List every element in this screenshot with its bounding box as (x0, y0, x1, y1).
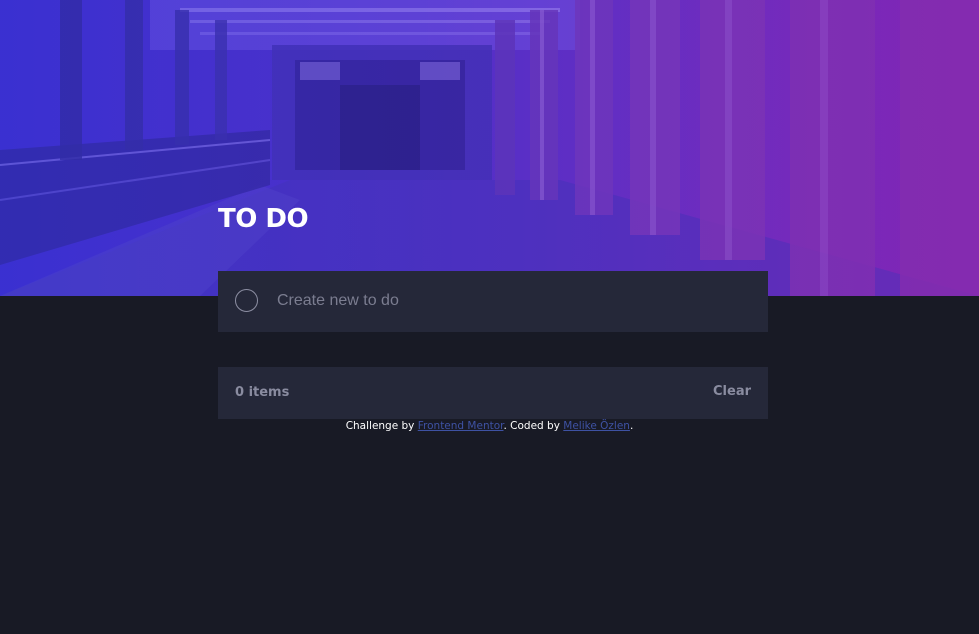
hero-background-image (0, 0, 979, 296)
page-title: TO DO (218, 204, 309, 234)
complete-toggle-circle-icon[interactable] (235, 289, 258, 312)
frontend-mentor-link[interactable]: Frontend Mentor (418, 420, 504, 432)
attribution-prefix: Challenge by (345, 420, 418, 432)
new-todo-input[interactable] (277, 289, 747, 313)
items-left-count: 0 items (235, 385, 290, 400)
new-todo-card (218, 271, 768, 332)
todo-footer-bar: 0 items Clear (218, 367, 768, 419)
clear-completed-button[interactable]: Clear (713, 383, 751, 401)
attribution: Challenge by Frontend Mentor. Coded by M… (0, 419, 979, 433)
author-link[interactable]: Melike Özlen (563, 420, 630, 432)
hero-gradient-overlay (0, 0, 979, 296)
attribution-suffix: . (629, 420, 634, 432)
app-page: TO DO 0 items Clear Challenge by Fronten… (0, 0, 979, 634)
attribution-middle: . Coded by (503, 420, 564, 432)
